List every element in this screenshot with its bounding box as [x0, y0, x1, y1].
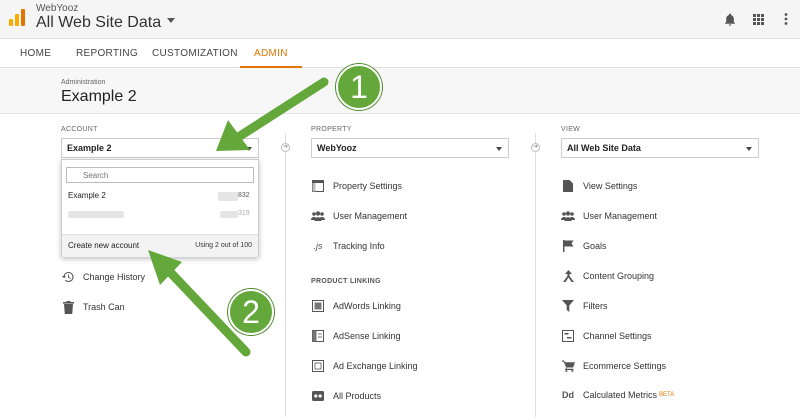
arrow-right-icon: ➜: [281, 143, 290, 152]
property-column-label: PROPERTY: [311, 126, 352, 133]
tracking-info-label: Tracking Info: [333, 241, 385, 251]
flag-icon: [561, 239, 575, 253]
all-products-label: All Products: [333, 391, 382, 401]
adwords-linking-link[interactable]: AdWords Linking: [311, 296, 401, 316]
ad-exchange-linking-link[interactable]: Ad Exchange Linking: [311, 356, 418, 376]
adsense-icon: [311, 329, 325, 343]
top-bar: WebYooz All Web Site Data: [0, 0, 800, 38]
property-settings-label: Property Settings: [333, 181, 403, 191]
adwords-linking-label: AdWords Linking: [333, 301, 401, 311]
property-select-value: WebYooz: [317, 143, 357, 153]
all-products-link[interactable]: All Products: [311, 386, 381, 406]
property-view-label: All Web Site Data: [36, 14, 162, 31]
property-settings-link[interactable]: Property Settings: [311, 176, 402, 196]
ecommerce-settings-link[interactable]: Ecommerce Settings: [561, 356, 666, 376]
history-icon: [61, 270, 75, 284]
account-option-id: 319: [238, 210, 250, 217]
view-user-management-link[interactable]: User Management: [561, 206, 657, 226]
settings-window-icon: [311, 179, 325, 193]
account-search-input[interactable]: [66, 167, 254, 183]
product-linking-heading: PRODUCT LINKING: [311, 278, 381, 285]
property-user-management-link[interactable]: User Management: [311, 206, 407, 226]
document-icon: [561, 179, 575, 193]
account-select[interactable]: Example 2: [61, 138, 259, 158]
filters-label: Filters: [583, 301, 608, 311]
change-history-link[interactable]: Change History: [61, 267, 145, 287]
ad-exchange-linking-label: Ad Exchange Linking: [333, 361, 418, 371]
cart-icon: [561, 359, 575, 373]
account-dropdown: Example 2 832 319 Create new account Usi…: [61, 159, 259, 257]
property-select[interactable]: WebYooz: [311, 138, 509, 158]
calculated-metrics-link[interactable]: Dd Calculated Metrics BETA: [561, 385, 674, 405]
dropdown-footer: Create new account Using 2 out of 100: [62, 234, 258, 257]
view-select[interactable]: All Web Site Data: [561, 138, 759, 158]
ecommerce-settings-label: Ecommerce Settings: [583, 361, 667, 371]
trash-can-label: Trash Can: [83, 302, 125, 312]
calculated-metrics-label: Calculated Metrics: [583, 390, 658, 400]
redacted-id: [218, 192, 238, 201]
column-divider: [285, 133, 286, 417]
account-usage-text: Using 2 out of 100: [195, 242, 252, 249]
view-select-value: All Web Site Data: [567, 143, 641, 153]
account-option[interactable]: Example 2: [68, 191, 106, 200]
caret-down-icon: [167, 18, 176, 24]
property-view-selector[interactable]: All Web Site Data: [36, 14, 176, 32]
beta-badge: BETA: [659, 392, 675, 398]
adsense-linking-label: AdSense Linking: [333, 331, 401, 341]
account-option-id: 832: [238, 192, 250, 199]
page-header: Administration Example 2: [0, 68, 800, 114]
tracking-info-link[interactable]: .js Tracking Info: [311, 236, 385, 256]
arrow-right-icon: ➜: [531, 143, 540, 152]
filter-icon: [561, 299, 575, 313]
account-name: WebYooz: [36, 3, 79, 14]
goals-link[interactable]: Goals: [561, 236, 607, 256]
apps-grid-icon[interactable]: [744, 10, 772, 28]
view-settings-link[interactable]: View Settings: [561, 176, 637, 196]
annotation-badge-1: 1: [336, 64, 382, 110]
redacted-account-name[interactable]: [68, 211, 124, 218]
channel-settings-icon: [561, 329, 575, 343]
account-column-label: ACCOUNT: [61, 126, 98, 133]
account-select-value: Example 2: [67, 143, 112, 153]
caret-down-icon: [496, 147, 502, 151]
content-grouping-link[interactable]: Content Grouping: [561, 266, 654, 286]
more-vert-icon[interactable]: [772, 10, 800, 28]
content-grouping-icon: [561, 269, 575, 283]
tab-admin[interactable]: ADMIN: [240, 39, 302, 68]
breadcrumb: Administration: [61, 79, 106, 86]
adwords-icon: [311, 299, 325, 313]
main-nav: HOME REPORTING CUSTOMIZATION ADMIN: [0, 38, 800, 68]
adsense-linking-link[interactable]: AdSense Linking: [311, 326, 401, 346]
page-title: Example 2: [61, 88, 137, 105]
tab-customization[interactable]: CUSTOMIZATION: [152, 39, 238, 68]
all-products-icon: [311, 389, 325, 403]
ad-exchange-icon: [311, 359, 325, 373]
view-column-label: VIEW: [561, 126, 581, 133]
create-new-account-link[interactable]: Create new account: [68, 241, 139, 250]
analytics-logo-icon[interactable]: [8, 9, 26, 27]
trash-icon: [61, 300, 75, 314]
column-divider: [535, 133, 536, 417]
channel-settings-label: Channel Settings: [583, 331, 652, 341]
caret-down-icon: [746, 147, 752, 151]
caret-down-icon: [246, 147, 252, 151]
users-icon: [561, 209, 575, 223]
bell-icon[interactable]: [716, 10, 744, 28]
js-icon: .js: [313, 241, 323, 251]
tab-home[interactable]: HOME: [20, 39, 51, 68]
channel-settings-link[interactable]: Channel Settings: [561, 326, 652, 346]
dd-icon: Dd: [562, 390, 574, 400]
content-grouping-label: Content Grouping: [583, 271, 655, 281]
goals-label: Goals: [583, 241, 607, 251]
change-history-label: Change History: [83, 272, 146, 282]
trash-can-link[interactable]: Trash Can: [61, 297, 125, 317]
tab-reporting[interactable]: REPORTING: [76, 39, 138, 68]
redacted-id: [220, 211, 238, 218]
users-icon: [311, 209, 325, 223]
view-user-management-label: User Management: [583, 211, 658, 221]
view-settings-label: View Settings: [583, 181, 638, 191]
filters-link[interactable]: Filters: [561, 296, 608, 316]
annotation-badge-2: 2: [228, 289, 274, 335]
property-user-management-label: User Management: [333, 211, 408, 221]
